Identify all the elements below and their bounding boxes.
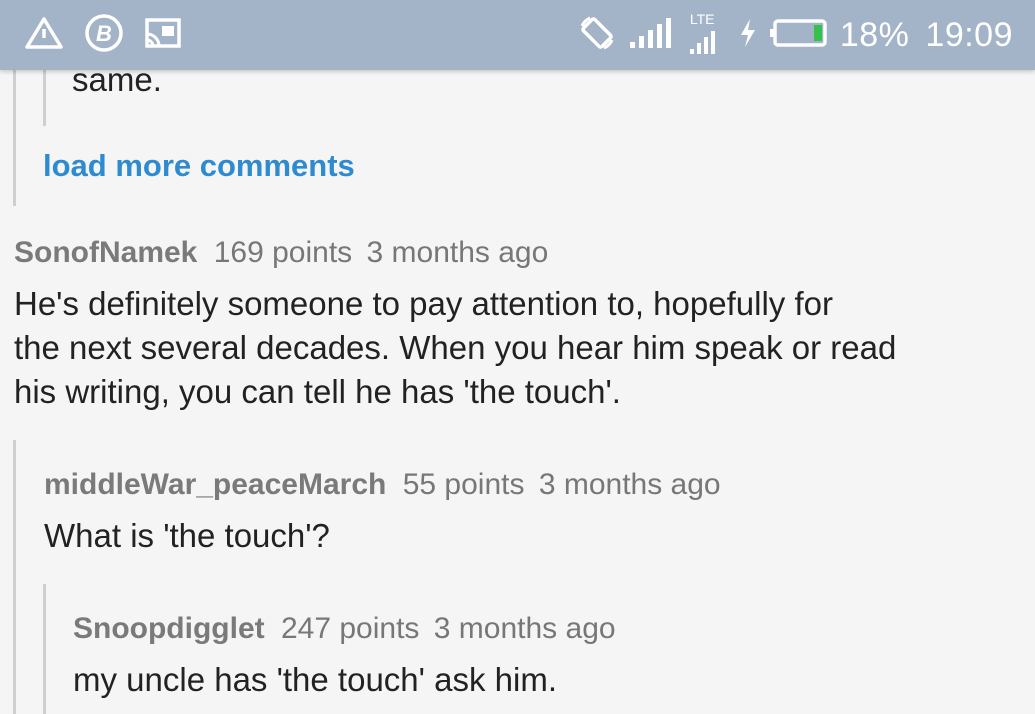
battery-icon bbox=[769, 18, 828, 53]
comment-age: 3 months ago bbox=[538, 468, 721, 501]
comment-body-line: He's definitely someone to pay attention… bbox=[14, 285, 833, 322]
comment-body-line: my uncle has 'the touch' ask him. bbox=[73, 661, 557, 698]
lte-signal-icon: LTE bbox=[686, 11, 726, 55]
comment-meta: Snoopdigglet 247 points 3 months ago bbox=[73, 612, 616, 646]
comment-body-line: What is 'the touch'? bbox=[44, 517, 330, 554]
cast-icon bbox=[144, 16, 182, 55]
svg-text:B: B bbox=[96, 21, 112, 46]
comment-body-line: his writing, you can tell he has 'the to… bbox=[14, 373, 621, 410]
comment-age: 3 months ago bbox=[433, 612, 616, 645]
comment-age: 3 months ago bbox=[366, 236, 549, 269]
comment-author[interactable]: Snoopdigglet bbox=[73, 612, 265, 645]
battery-percent: 18% bbox=[839, 15, 910, 54]
status-bar-notifications: B bbox=[24, 12, 182, 58]
thread-indent-line-level-1 bbox=[13, 440, 16, 714]
thread-indent-line-level-1 bbox=[13, 60, 16, 206]
warning-triangle-icon bbox=[24, 16, 64, 55]
thread-indent-line-level-2 bbox=[43, 584, 46, 714]
comment-points: 55 points bbox=[402, 468, 525, 501]
comment-meta: SonofNamek 169 points 3 months ago bbox=[14, 236, 548, 270]
comment-author[interactable]: SonofNamek bbox=[14, 236, 197, 269]
comment-points: 169 points bbox=[213, 236, 353, 269]
charging-icon bbox=[738, 17, 758, 54]
signal-icon bbox=[628, 16, 674, 55]
status-bar-system: LTE 18% 19:09 bbox=[578, 11, 1013, 58]
lte-label: LTE bbox=[689, 11, 715, 27]
comment-author[interactable]: middleWar_peaceMarch bbox=[44, 468, 386, 501]
bitcoin-icon: B bbox=[84, 13, 124, 58]
comment-points: 247 points bbox=[280, 612, 420, 645]
load-more-comments-link[interactable]: load more comments bbox=[43, 148, 355, 184]
screen-rotate-icon bbox=[578, 14, 616, 57]
comment-thread: same. load more comments SonofNamek 169 … bbox=[0, 0, 1035, 714]
clock: 19:09 bbox=[925, 15, 1013, 54]
comment-meta: middleWar_peaceMarch 55 points 3 months … bbox=[44, 468, 721, 502]
comment-body-line: the next several decades. When you hear … bbox=[14, 329, 897, 366]
status-bar: B LTE 18% 19:09 bbox=[0, 0, 1035, 70]
